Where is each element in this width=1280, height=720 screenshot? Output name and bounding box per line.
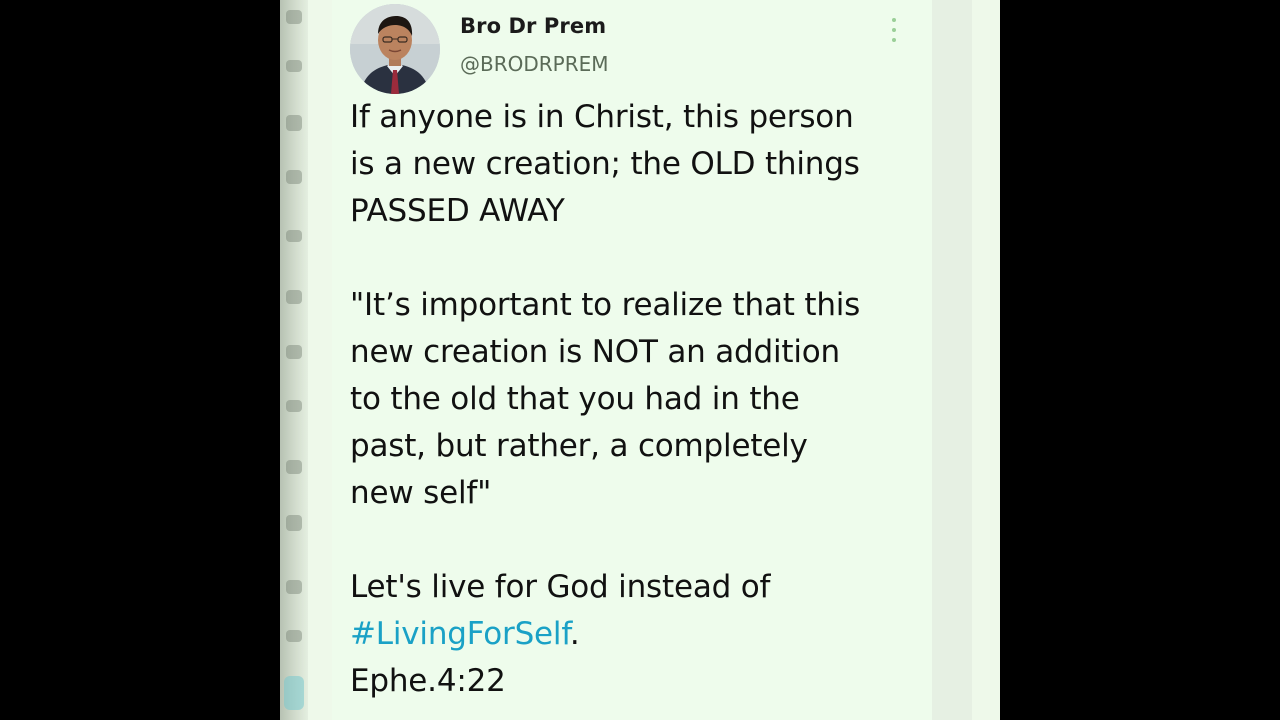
tweet-card[interactable]: Bro Dr Prem @BRODRPREM If anyone is in C… (332, 0, 932, 720)
author-handle[interactable]: @BRODRPREM (460, 52, 609, 76)
tweet-line: Let's live for God instead of (350, 569, 771, 605)
bible-reference: Ephe.4:22 (350, 663, 506, 699)
tweet-line: is a new creation; the OLD things (350, 146, 860, 182)
tweet-line: "It’s important to realize that this (350, 287, 861, 323)
vertical-dots-icon[interactable] (886, 16, 902, 44)
video-frame: Bro Dr Prem @BRODRPREM If anyone is in C… (0, 0, 1280, 720)
phone-screenshot: Bro Dr Prem @BRODRPREM If anyone is in C… (280, 0, 1000, 720)
hashtag-line: #LivingForSelf. (350, 611, 920, 658)
profile-photo-icon[interactable] (350, 4, 440, 94)
card-right-margin (932, 0, 972, 720)
author-name[interactable]: Bro Dr Prem (460, 14, 606, 38)
tweet-line: past, but rather, a completely (350, 428, 808, 464)
hashtag-suffix: . (569, 616, 580, 652)
screen-right-edge (972, 0, 1000, 720)
tweet-line: new creation is NOT an addition (350, 334, 840, 370)
tweet-line: If anyone is in Christ, this person (350, 99, 854, 135)
blurred-left-edge (280, 0, 308, 720)
hashtag-link[interactable]: #LivingForSelf (350, 616, 570, 652)
tweet-line: PASSED AWAY (350, 193, 565, 229)
tweet-text: If anyone is in Christ, this person is a… (350, 94, 920, 705)
tweet-line: to the old that you had in the (350, 381, 800, 417)
tweet-line: new self" (350, 475, 492, 511)
